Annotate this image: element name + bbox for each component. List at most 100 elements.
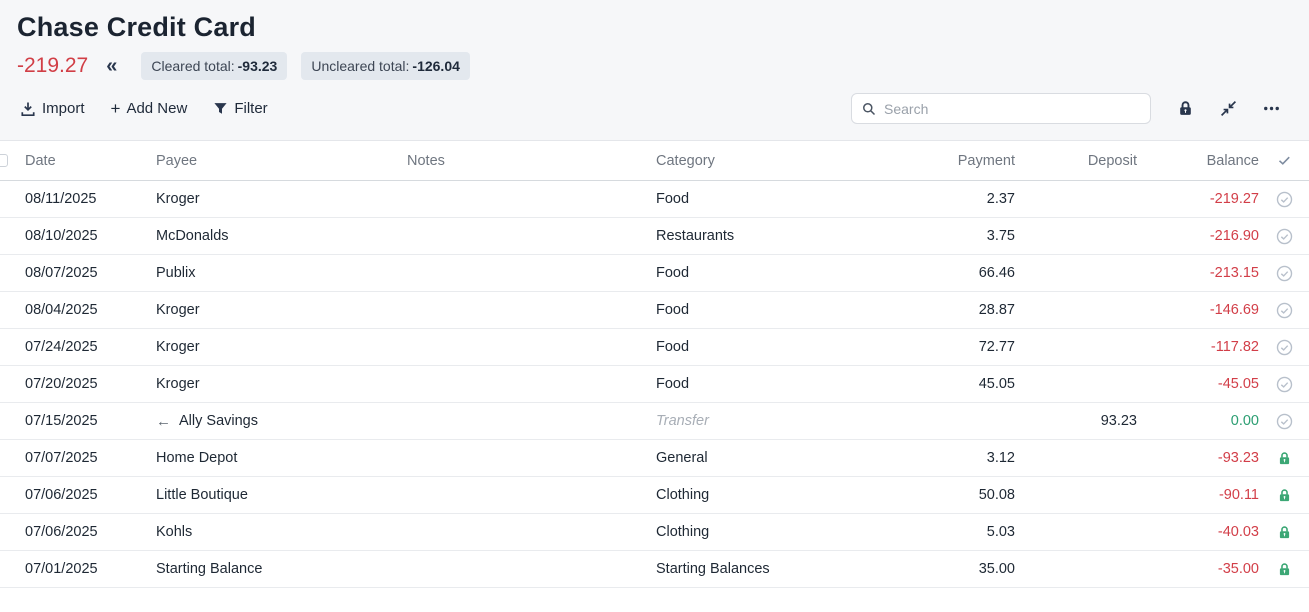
transaction-row[interactable]: 07/24/2025 Kroger Food 72.77 -117.82 bbox=[0, 329, 1309, 366]
transaction-status-toggle[interactable] bbox=[1259, 292, 1309, 328]
transaction-status-toggle[interactable] bbox=[1259, 255, 1309, 291]
transaction-payment[interactable]: 35.00 bbox=[916, 551, 1015, 587]
transaction-date[interactable]: 07/15/2025 bbox=[16, 403, 156, 439]
search-input[interactable] bbox=[884, 101, 1140, 117]
column-header-deposit[interactable]: Deposit bbox=[1015, 141, 1137, 180]
transaction-date[interactable]: 07/07/2025 bbox=[16, 440, 156, 476]
transaction-status-toggle[interactable] bbox=[1259, 551, 1309, 587]
transaction-category[interactable]: Clothing bbox=[656, 477, 916, 513]
transaction-deposit[interactable] bbox=[1015, 218, 1137, 254]
transaction-category[interactable]: Transfer bbox=[656, 403, 916, 439]
transaction-payee[interactable]: Kroger bbox=[156, 292, 407, 328]
transaction-notes[interactable] bbox=[407, 514, 656, 550]
transaction-row[interactable]: 08/11/2025 Kroger Food 2.37 -219.27 bbox=[0, 181, 1309, 218]
transaction-deposit[interactable] bbox=[1015, 255, 1137, 291]
transaction-notes[interactable] bbox=[407, 181, 656, 217]
transaction-payment[interactable]: 45.05 bbox=[916, 366, 1015, 402]
transaction-payment[interactable]: 2.37 bbox=[916, 181, 1015, 217]
transaction-row[interactable]: 07/01/2025 Starting Balance Starting Bal… bbox=[0, 551, 1309, 588]
transaction-status-toggle[interactable] bbox=[1259, 366, 1309, 402]
transaction-category[interactable]: Food bbox=[656, 292, 916, 328]
transaction-status-toggle[interactable] bbox=[1259, 477, 1309, 513]
transaction-deposit[interactable] bbox=[1015, 181, 1137, 217]
transaction-row[interactable]: 07/15/2025 ←Ally Savings Transfer 93.23 … bbox=[0, 403, 1309, 440]
transaction-category[interactable]: Food bbox=[656, 181, 916, 217]
transaction-date[interactable]: 08/07/2025 bbox=[16, 255, 156, 291]
transaction-date[interactable]: 07/24/2025 bbox=[16, 329, 156, 365]
transaction-row[interactable]: 07/06/2025 Kohls Clothing 5.03 -40.03 bbox=[0, 514, 1309, 551]
transaction-status-toggle[interactable] bbox=[1259, 329, 1309, 365]
transaction-notes[interactable] bbox=[407, 477, 656, 513]
transaction-deposit[interactable] bbox=[1015, 440, 1137, 476]
transaction-notes[interactable] bbox=[407, 329, 656, 365]
transaction-deposit[interactable] bbox=[1015, 551, 1137, 587]
import-button[interactable]: Import bbox=[18, 96, 87, 121]
column-header-category[interactable]: Category bbox=[656, 141, 916, 180]
transaction-category[interactable]: Food bbox=[656, 329, 916, 365]
transaction-payee[interactable]: Little Boutique bbox=[156, 477, 407, 513]
transaction-notes[interactable] bbox=[407, 366, 656, 402]
transaction-deposit[interactable]: 93.23 bbox=[1015, 403, 1137, 439]
search-box[interactable] bbox=[851, 93, 1151, 124]
transaction-date[interactable]: 07/20/2025 bbox=[16, 366, 156, 402]
transaction-deposit[interactable] bbox=[1015, 366, 1137, 402]
transaction-payment[interactable]: 50.08 bbox=[916, 477, 1015, 513]
transaction-payee[interactable]: Home Depot bbox=[156, 440, 407, 476]
transaction-notes[interactable] bbox=[407, 440, 656, 476]
transaction-notes[interactable] bbox=[407, 218, 656, 254]
transaction-payment[interactable]: 3.12 bbox=[916, 440, 1015, 476]
transaction-category[interactable]: Restaurants bbox=[656, 218, 916, 254]
column-header-notes[interactable]: Notes bbox=[407, 141, 656, 180]
transaction-payment[interactable]: 72.77 bbox=[916, 329, 1015, 365]
transaction-payment[interactable]: 66.46 bbox=[916, 255, 1015, 291]
transaction-payment[interactable] bbox=[916, 403, 1015, 439]
column-header-status[interactable] bbox=[1259, 141, 1309, 180]
collapse-rows-button[interactable] bbox=[1216, 96, 1241, 121]
filter-button[interactable]: Filter bbox=[211, 96, 269, 121]
transaction-payee[interactable]: Kroger bbox=[156, 181, 407, 217]
transaction-status-toggle[interactable] bbox=[1259, 514, 1309, 550]
transaction-payment[interactable]: 3.75 bbox=[916, 218, 1015, 254]
transaction-row[interactable]: 07/07/2025 Home Depot General 3.12 -93.2… bbox=[0, 440, 1309, 477]
transaction-category[interactable]: Clothing bbox=[656, 514, 916, 550]
transaction-date[interactable]: 08/10/2025 bbox=[16, 218, 156, 254]
transaction-deposit[interactable] bbox=[1015, 514, 1137, 550]
transaction-row[interactable]: 08/10/2025 McDonalds Restaurants 3.75 -2… bbox=[0, 218, 1309, 255]
transaction-deposit[interactable] bbox=[1015, 477, 1137, 513]
transaction-notes[interactable] bbox=[407, 255, 656, 291]
transaction-payee[interactable]: ←Ally Savings bbox=[156, 403, 407, 439]
transaction-status-toggle[interactable] bbox=[1259, 440, 1309, 476]
transaction-payee[interactable]: Kroger bbox=[156, 329, 407, 365]
transaction-payee[interactable]: Publix bbox=[156, 255, 407, 291]
transaction-category[interactable]: Starting Balances bbox=[656, 551, 916, 587]
transaction-row[interactable]: 07/20/2025 Kroger Food 45.05 -45.05 bbox=[0, 366, 1309, 403]
transaction-date[interactable]: 08/11/2025 bbox=[16, 181, 156, 217]
collapse-header-button[interactable]: « bbox=[104, 56, 119, 76]
transaction-status-toggle[interactable] bbox=[1259, 403, 1309, 439]
column-header-date[interactable]: Date bbox=[16, 141, 156, 180]
transaction-category[interactable]: Food bbox=[656, 366, 916, 402]
transaction-row[interactable]: 07/06/2025 Little Boutique Clothing 50.0… bbox=[0, 477, 1309, 514]
more-button[interactable] bbox=[1259, 96, 1284, 121]
transaction-payment[interactable]: 28.87 bbox=[916, 292, 1015, 328]
transaction-notes[interactable] bbox=[407, 551, 656, 587]
transaction-category[interactable]: Food bbox=[656, 255, 916, 291]
select-all-checkbox[interactable] bbox=[0, 154, 8, 167]
transaction-row[interactable]: 08/07/2025 Publix Food 66.46 -213.15 bbox=[0, 255, 1309, 292]
transaction-payee[interactable]: Starting Balance bbox=[156, 551, 407, 587]
transaction-payment[interactable]: 5.03 bbox=[916, 514, 1015, 550]
transaction-notes[interactable] bbox=[407, 403, 656, 439]
transaction-notes[interactable] bbox=[407, 292, 656, 328]
transaction-payee[interactable]: Kroger bbox=[156, 366, 407, 402]
transaction-row[interactable]: 08/04/2025 Kroger Food 28.87 -146.69 bbox=[0, 292, 1309, 329]
transaction-deposit[interactable] bbox=[1015, 292, 1137, 328]
transaction-status-toggle[interactable] bbox=[1259, 218, 1309, 254]
transaction-date[interactable]: 07/06/2025 bbox=[16, 477, 156, 513]
transaction-payee[interactable]: Kohls bbox=[156, 514, 407, 550]
add-new-button[interactable]: + Add New bbox=[109, 96, 190, 121]
transaction-deposit[interactable] bbox=[1015, 329, 1137, 365]
transaction-date[interactable]: 08/04/2025 bbox=[16, 292, 156, 328]
column-header-payee[interactable]: Payee bbox=[156, 141, 407, 180]
transaction-payee[interactable]: McDonalds bbox=[156, 218, 407, 254]
lock-button[interactable] bbox=[1173, 96, 1198, 121]
